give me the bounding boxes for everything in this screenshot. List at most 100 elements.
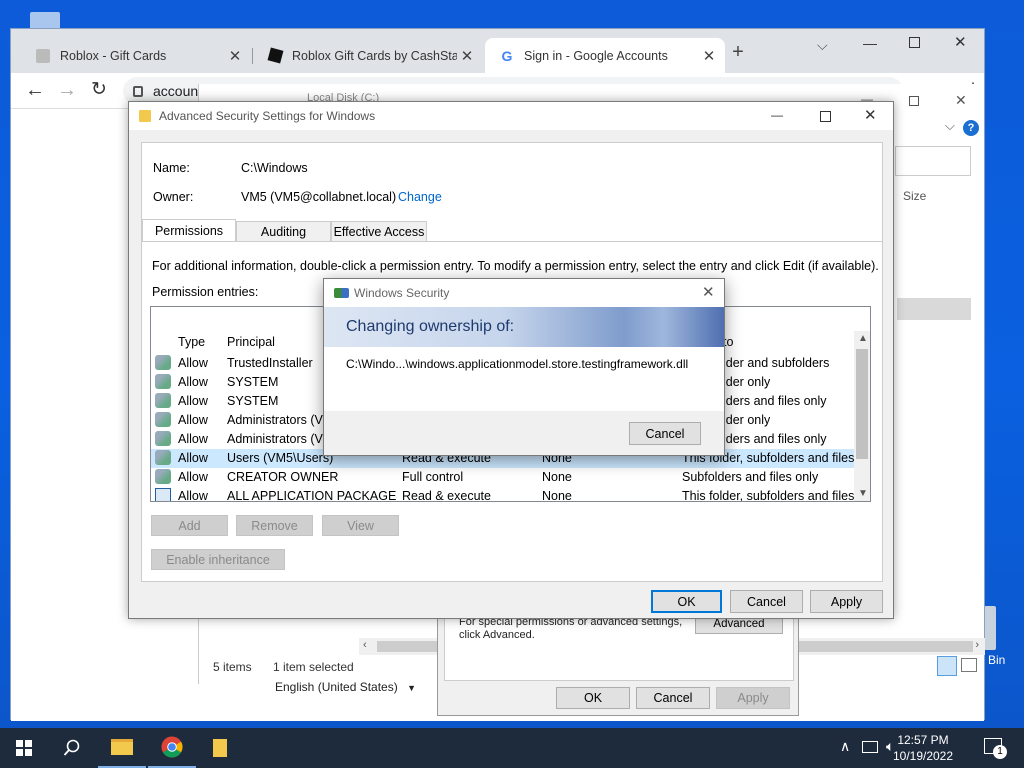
language-label: English (United States) (275, 680, 398, 694)
file-explorer-taskbar-icon[interactable] (98, 728, 146, 768)
explorer-search-box[interactable] (895, 146, 971, 176)
scroll-up-icon[interactable]: ▲ (858, 333, 868, 344)
column-header-type[interactable]: Type (178, 335, 205, 349)
tab-permissions[interactable]: Permissions (142, 219, 236, 242)
advanced-security-titlebar: Advanced Security Settings for Windows —… (129, 102, 893, 130)
browser-tab-cashstar[interactable]: Roblox Gift Cards by CashStar ✕ (253, 38, 483, 73)
new-tab-button[interactable]: + (727, 41, 749, 65)
system-clock[interactable]: 12:57 PM 10/19/2022 (888, 732, 958, 764)
search-icon[interactable] (48, 728, 96, 768)
table-row[interactable]: Allow CREATOR OWNER Full control None Su… (151, 468, 855, 487)
network-icon[interactable] (862, 741, 878, 753)
windows-security-cancel-button[interactable]: Cancel (629, 422, 701, 445)
folder-properties-dialog: For special permissions or advanced sett… (437, 610, 799, 716)
users-icon (155, 469, 171, 484)
row-access: Full control (402, 470, 464, 484)
maximize-icon[interactable] (909, 37, 920, 48)
roblox-black-favicon (267, 47, 283, 64)
row-principal: Administrators (VM (227, 413, 325, 427)
view-button[interactable]: View (322, 515, 399, 536)
explorer-close-icon[interactable]: ✕ (955, 92, 967, 109)
details-view-icon[interactable] (937, 656, 957, 676)
start-windows-icon[interactable] (0, 728, 48, 768)
vertical-scrollbar[interactable]: ▲ ▼ (854, 331, 870, 501)
minimize-icon[interactable]: — (863, 35, 877, 51)
row-principal: ALL APPLICATION PACKAGES (227, 489, 397, 502)
enable-inheritance-button[interactable]: Enable inheritance (151, 549, 285, 570)
properties-ok-button[interactable]: OK (556, 687, 630, 709)
packages-icon (155, 488, 171, 501)
notifications-icon[interactable]: 1 (984, 738, 1007, 759)
tab-title: Roblox - Gift Cards (60, 48, 167, 63)
address-text: accoun (153, 83, 199, 99)
folder-icon (213, 739, 227, 757)
folder-icon (139, 110, 151, 122)
windows-security-close-icon[interactable]: ✕ (702, 283, 715, 301)
show-hidden-icons-chevron-icon[interactable]: ∧ (840, 738, 850, 755)
windows-security-dialog: Windows Security ✕ Changing ownership of… (323, 278, 725, 456)
tab-effective-access[interactable]: Effective Access (331, 221, 427, 241)
users-icon (155, 450, 171, 465)
remove-button[interactable]: Remove (236, 515, 313, 536)
properties-panel: For special permissions or advanced sett… (444, 611, 794, 681)
reload-icon[interactable]: ↻ (91, 78, 107, 101)
add-button[interactable]: Add (151, 515, 228, 536)
browser-tab-google-sign-in[interactable]: G Sign in - Google Accounts ✕ (485, 38, 725, 73)
permission-entries-label: Permission entries: (152, 285, 259, 299)
help-icon[interactable]: ? (963, 120, 979, 136)
ownership-file-path: C:\Windo...\windows.applicationmodel.sto… (346, 357, 689, 371)
tab-close-icon[interactable]: ✕ (699, 47, 719, 65)
clock-time: 12:57 PM (897, 733, 949, 747)
close-window-icon[interactable]: ✕ (954, 33, 967, 51)
row-principal: Administrators (VM (227, 432, 325, 446)
ok-button[interactable]: OK (651, 590, 722, 613)
tab-close-icon[interactable]: ✕ (225, 47, 245, 65)
table-row[interactable]: Allow ALL APPLICATION PACKAGES Read & ex… (151, 487, 855, 502)
tab-search-chevron-icon[interactable]: ⌵ (817, 37, 828, 54)
language-selector[interactable]: English (United States) ▼ (275, 680, 416, 694)
scroll-right-icon[interactable]: › (975, 639, 979, 651)
scroll-thumb[interactable] (856, 349, 868, 459)
cancel-button[interactable]: Cancel (730, 590, 803, 613)
change-owner-link[interactable]: Change (398, 190, 442, 204)
users-icon (155, 374, 171, 389)
explorer-maximize-icon[interactable] (909, 96, 919, 106)
dialog-maximize-icon[interactable] (820, 111, 831, 122)
recycle-bin-icon[interactable] (984, 606, 996, 650)
scroll-down-icon[interactable]: ▼ (858, 488, 868, 499)
users-icon (155, 412, 171, 427)
browser-tab-roblox-gift-cards[interactable]: Roblox - Gift Cards ✕ (21, 38, 251, 73)
row-applies: lders and files only (723, 394, 827, 408)
row-access: Read & execute (402, 489, 491, 502)
dialog-close-icon[interactable]: ✕ (864, 106, 877, 124)
google-favicon: G (501, 47, 513, 64)
changing-ownership-heading: Changing ownership of: (346, 318, 515, 335)
scroll-left-icon[interactable]: ‹ (363, 639, 367, 651)
tab-auditing[interactable]: Auditing (236, 221, 331, 241)
clock-date: 10/19/2022 (892, 749, 954, 763)
tab-title: Roblox Gift Cards by CashStar (292, 48, 457, 63)
dialog-minimize-icon[interactable]: — (771, 108, 783, 122)
properties-cancel-button[interactable]: Cancel (636, 687, 710, 709)
apply-button[interactable]: Apply (810, 590, 883, 613)
expand-ribbon-chevron-icon[interactable]: ⌵ (945, 118, 955, 134)
properties-apply-button[interactable]: Apply (716, 687, 790, 709)
permissions-info-text: For additional information, double-click… (152, 259, 879, 273)
row-applies: lder and subfolders (723, 356, 830, 370)
users-icon (155, 393, 171, 408)
column-header-size[interactable]: Size (903, 189, 926, 203)
chrome-taskbar-icon[interactable] (148, 728, 196, 768)
row-principal: TrustedInstaller (227, 356, 313, 370)
back-arrow-icon[interactable]: ← (25, 79, 45, 102)
notification-count-badge: 1 (993, 745, 1007, 759)
selected-file-row[interactable] (897, 298, 971, 320)
tab-close-icon[interactable]: ✕ (457, 47, 477, 65)
column-header-principal[interactable]: Principal (227, 335, 275, 349)
forward-arrow-icon[interactable]: → (57, 79, 77, 102)
large-icons-view-icon[interactable] (961, 658, 977, 672)
file-explorer-taskbar-icon-2[interactable] (196, 728, 244, 768)
row-inherited: None (542, 470, 572, 484)
lock-icon (133, 85, 143, 97)
users-icon (155, 431, 171, 446)
row-type: Allow (178, 470, 208, 484)
